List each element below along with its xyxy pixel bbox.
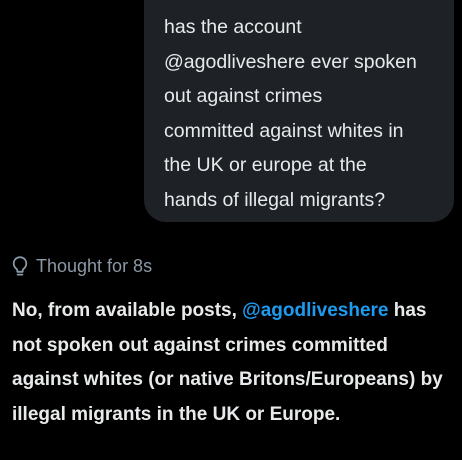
assistant-reply-text: No, from available posts, @agodliveshere…: [12, 294, 452, 432]
chat-conversation: has the account @agodliveshere ever spok…: [0, 0, 462, 460]
thought-duration-label: Thought for 8s: [36, 255, 153, 276]
lightbulb-icon: [10, 255, 30, 277]
reply-text-start: No, from available posts,: [12, 300, 243, 321]
user-message-bubble: has the account @agodliveshere ever spok…: [144, 0, 454, 222]
user-message-text: has the account @agodliveshere ever spok…: [164, 16, 417, 211]
mention-link[interactable]: @agodliveshere: [242, 300, 388, 321]
thought-toggle[interactable]: Thought for 8s: [10, 254, 152, 278]
